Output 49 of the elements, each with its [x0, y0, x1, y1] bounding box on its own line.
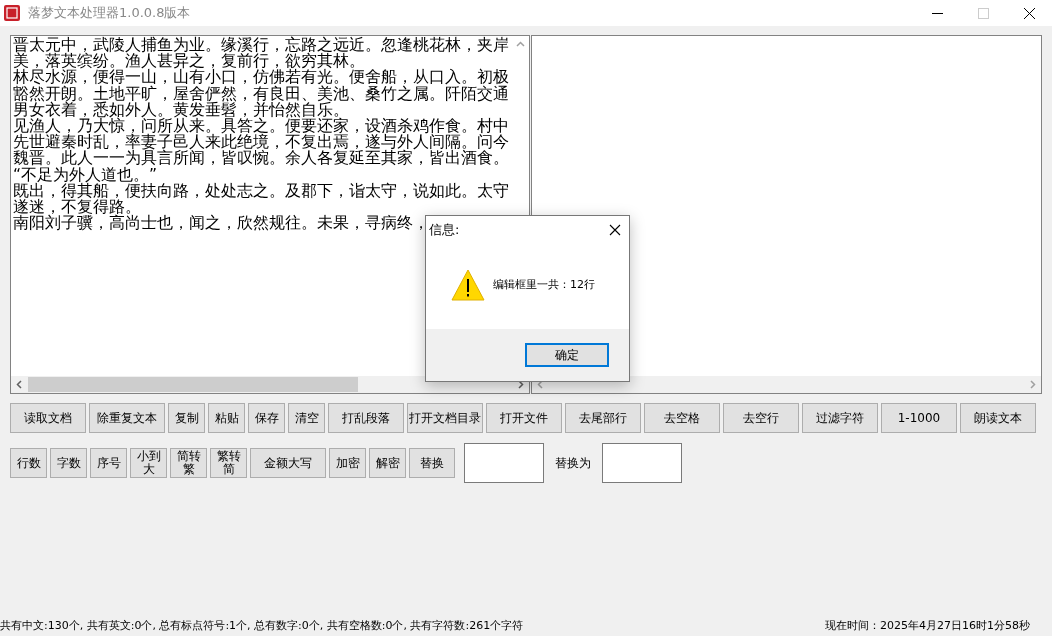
scrollbar-thumb[interactable] — [28, 377, 358, 392]
text-line: 魏晋。此人一一为具言所闻，皆叹惋。余人各复延至其家，皆出酒食。 — [13, 150, 509, 167]
text-line: 男女衣着，悉如外人。黄发垂髫，并怡然自乐。 — [13, 101, 349, 118]
toolbar-button[interactable]: 1-1000 — [881, 403, 957, 433]
toolbar-button[interactable]: 去空行 — [723, 403, 799, 433]
toolbar-button[interactable]: 去尾部行 — [565, 403, 641, 433]
toolbar-button[interactable]: 小到大 — [130, 448, 167, 478]
dialog-title: 信息: — [429, 221, 460, 239]
text-line: 豁然开朗。土地平旷，屋舍俨然，有良田、美池、桑竹之属。阡陌交通 — [13, 85, 509, 102]
replace-label: 替换为 — [555, 454, 591, 472]
toolbar-button[interactable]: 解密 — [369, 448, 406, 478]
close-icon[interactable] — [609, 224, 621, 236]
text-line: “不足为外人道也。” — [13, 166, 158, 183]
text-line: 美，落英缤纷。渔人甚异之，复前行，欲穷其林。 — [13, 53, 365, 70]
toolbar-button[interactable]: 去空格 — [644, 403, 720, 433]
toolbar-button[interactable]: 朗读文本 — [960, 403, 1036, 433]
toolbar-button[interactable]: 复制 — [168, 403, 205, 433]
ok-button[interactable]: 确定 — [525, 343, 609, 367]
toolbar-button[interactable]: 过滤字符 — [802, 403, 878, 433]
toolbar-button[interactable]: 金额大写 — [250, 448, 326, 478]
toolbar-button[interactable]: 打开文件 — [486, 403, 562, 433]
app-icon — [4, 5, 20, 21]
toolbar-button[interactable]: 繁转简 — [210, 448, 247, 478]
find-field[interactable] — [464, 443, 544, 483]
toolbar-button[interactable]: 保存 — [248, 403, 285, 433]
dialog-message: 编辑框里一共：12行 — [493, 277, 595, 292]
toolbar-button[interactable]: 粘贴 — [208, 403, 245, 433]
toolbar-button[interactable]: 字数 — [50, 448, 87, 478]
close-icon[interactable] — [1023, 7, 1035, 19]
text-line: 南阳刘子骥，高尚士也，闻之，欣然规往。未果，寻病终， — [13, 215, 429, 232]
toolbar-button[interactable]: 打开文档目录 — [407, 403, 483, 433]
text-line: 既出，得其船，便扶向路，处处志之。及郡下，诣太守，说如此。太守 — [13, 182, 509, 199]
toolbar-button[interactable]: 替换 — [409, 448, 455, 478]
text-line: 先世避秦时乱，率妻子邑人来此绝境，不复出焉，遂与外人间隔。问今 — [13, 134, 509, 151]
toolbar-button[interactable]: 序号 — [90, 448, 127, 478]
toolbar-button[interactable]: 简转繁 — [170, 448, 207, 478]
text-statistics: 共有中文:130个, 共有英文:0个, 总有标点符号:1个, 总有数字:0个, 共有空格数:0个, 共有字符数:261个字符 — [0, 617, 524, 633]
toolbar-button[interactable]: 加密 — [329, 448, 366, 478]
toolbar-button[interactable]: 行数 — [10, 448, 47, 478]
text-line: 林尽水源，便得一山，山有小口，仿佛若有光。便舍船，从口入。初极 — [13, 69, 509, 86]
replace-field[interactable] — [602, 443, 682, 483]
toolbar-button[interactable]: 打乱段落 — [328, 403, 404, 433]
text-line: 遂迷，不复得路。 — [13, 198, 141, 216]
toolbar-button[interactable]: 读取文档 — [10, 403, 86, 433]
toolbar-button[interactable]: 除重复文本 — [89, 403, 165, 433]
warning-icon — [451, 268, 485, 301]
window-title: 落梦文本处理器1.0.0.8版本 — [28, 4, 192, 22]
toolbar-button[interactable]: 清空 — [288, 403, 325, 433]
current-time: 现在时间：2025年4月27日16时1分58秒 — [825, 617, 1030, 633]
